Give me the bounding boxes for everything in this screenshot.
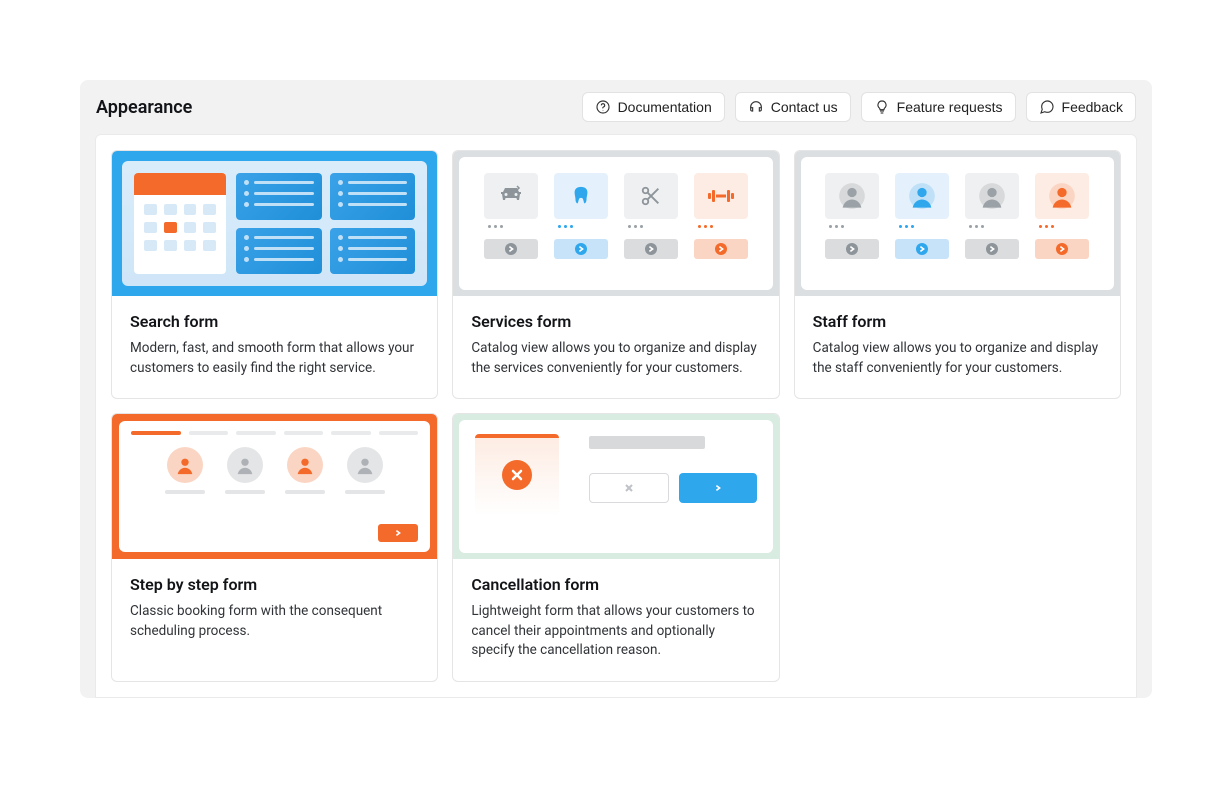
person-icon [354, 454, 376, 476]
help-circle-icon [595, 99, 611, 115]
form-cards-grid: Search form Modern, fast, and smooth for… [111, 150, 1121, 682]
headset-icon [748, 99, 764, 115]
cancel-button-preview-icon [589, 473, 669, 503]
card-desc: Modern, fast, and smooth form that allow… [130, 339, 419, 378]
tooth-icon [570, 185, 592, 207]
card-services-form[interactable]: Services form Catalog view allows you to… [452, 150, 779, 399]
preview-search-form [112, 151, 437, 296]
top-buttons: Documentation Contact us Feature request… [582, 92, 1136, 122]
preview-cancellation-form [453, 414, 778, 559]
chat-icon [1039, 99, 1055, 115]
preview-services-form [453, 151, 778, 296]
contact-us-button[interactable]: Contact us [735, 92, 851, 122]
next-step-icon [378, 524, 418, 542]
card-desc: Catalog view allows you to organize and … [813, 339, 1102, 378]
page-title: Appearance [96, 97, 192, 118]
card-cancellation-form[interactable]: Cancellation form Lightweight form that … [452, 413, 779, 682]
documentation-label: Documentation [618, 99, 712, 115]
person-icon [174, 454, 196, 476]
card-title: Search form [130, 312, 419, 331]
person-icon [294, 454, 316, 476]
card-step-by-step-form[interactable]: Step by step form Classic booking form w… [111, 413, 438, 682]
appearance-panel: Appearance Documentation Contact us Feat… [80, 80, 1152, 698]
person-icon [978, 182, 1006, 210]
preview-staff-form [795, 151, 1120, 296]
card-desc: Catalog view allows you to organize and … [471, 339, 760, 378]
card-search-form[interactable]: Search form Modern, fast, and smooth for… [111, 150, 438, 399]
lightbulb-icon [874, 99, 890, 115]
card-title: Step by step form [130, 575, 419, 594]
person-icon [908, 182, 936, 210]
car-repair-icon [499, 184, 523, 208]
person-icon [234, 454, 256, 476]
card-desc: Classic booking form with the consequent… [130, 602, 419, 641]
content-area: Search form Modern, fast, and smooth for… [95, 134, 1137, 698]
feedback-label: Feedback [1062, 99, 1123, 115]
card-staff-form[interactable]: Staff form Catalog view allows you to or… [794, 150, 1121, 399]
person-icon [838, 182, 866, 210]
feedback-button[interactable]: Feedback [1026, 92, 1136, 122]
contact-us-label: Contact us [771, 99, 838, 115]
feature-requests-label: Feature requests [897, 99, 1003, 115]
card-title: Services form [471, 312, 760, 331]
scissors-icon [640, 185, 662, 207]
preview-step-by-step-form [112, 414, 437, 559]
card-title: Staff form [813, 312, 1102, 331]
dumbbell-icon [708, 187, 734, 205]
person-icon [1048, 182, 1076, 210]
documentation-button[interactable]: Documentation [582, 92, 725, 122]
feature-requests-button[interactable]: Feature requests [861, 92, 1016, 122]
topbar: Appearance Documentation Contact us Feat… [80, 80, 1152, 134]
card-title: Cancellation form [471, 575, 760, 594]
confirm-button-preview-icon [679, 473, 757, 503]
calendar-icon [134, 173, 226, 274]
close-circle-icon [502, 460, 532, 490]
card-desc: Lightweight form that allows your custom… [471, 602, 760, 661]
